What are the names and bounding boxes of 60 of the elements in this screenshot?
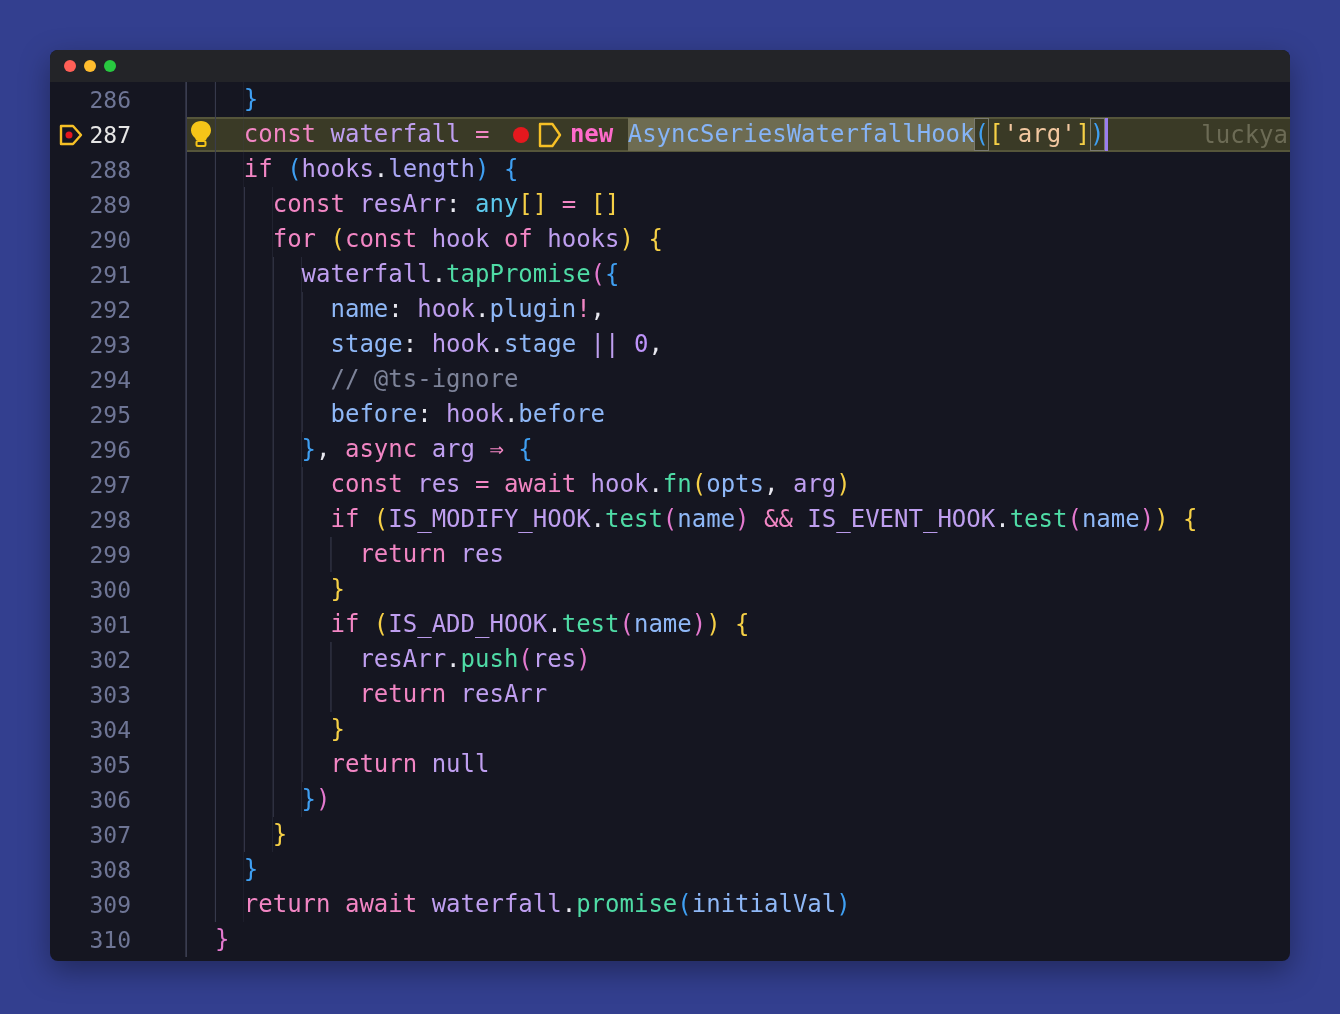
- code-text: return await waterfall.promise(initialVal): [243, 889, 851, 920]
- code-text: before: hook.before: [330, 399, 606, 430]
- line-number: 306: [89, 786, 131, 813]
- line-number: 291: [89, 261, 131, 288]
- window-maximize-button[interactable]: [104, 60, 116, 72]
- lightbulb-icon[interactable]: [190, 120, 212, 148]
- line-number: 299: [89, 541, 131, 568]
- line-number: 289: [89, 191, 131, 218]
- code-text: }: [243, 84, 259, 115]
- line-number: 292: [89, 296, 131, 323]
- line-number: 287: [89, 121, 131, 148]
- code-text: }: [330, 714, 345, 745]
- line-number: 297: [89, 471, 131, 498]
- line-number: 309: [89, 891, 131, 918]
- line-number: 304: [89, 716, 131, 743]
- breakpoint-tag-icon[interactable]: [59, 123, 83, 147]
- line-number: 290: [89, 226, 131, 253]
- line-number: 307: [89, 821, 131, 848]
- indent-guides: [186, 82, 244, 117]
- line-number: 294: [89, 366, 131, 393]
- code-text: for (const hook of hooks) {: [272, 224, 663, 255]
- window-close-button[interactable]: [64, 60, 76, 72]
- line-number: 305: [89, 751, 131, 778]
- code-text: name: hook.plugin!,: [330, 294, 606, 325]
- code-text: return null: [330, 749, 490, 780]
- code-text: resArr.push(res): [359, 644, 591, 675]
- code-text: return resArr: [359, 679, 548, 710]
- line-number: 296: [89, 436, 131, 463]
- line-number: 298: [89, 506, 131, 533]
- code-text: new AsyncSeriesWaterfallHook(['arg']): [569, 117, 1105, 152]
- line-number: 302: [89, 646, 131, 673]
- breakpoint-dot-icon: [511, 125, 530, 144]
- line-number: 300: [89, 576, 131, 603]
- code-text: }): [301, 784, 331, 815]
- code-text: stage: hook.stage || 0,: [330, 329, 663, 360]
- line-number: 295: [89, 401, 131, 428]
- code-text: }, async arg ⇒ {: [301, 434, 533, 465]
- tag-outline-icon: [537, 121, 562, 148]
- code-text: if (IS_MODIFY_HOOK.test(name) && IS_EVENT_HOOK.test(name)) {: [330, 504, 1198, 535]
- code-text: const res = await hook.fn(opts, arg): [330, 469, 851, 500]
- line-number: 293: [89, 331, 131, 358]
- code-text: // @ts-ignore: [330, 364, 519, 395]
- code-text: }: [243, 854, 259, 885]
- code-text: }: [272, 819, 288, 850]
- code-text: const resArr: any[] = []: [272, 189, 620, 220]
- line-number: 286: [89, 86, 131, 113]
- line-number: 308: [89, 856, 131, 883]
- code-text: const waterfall =: [243, 119, 491, 150]
- code-text: waterfall.tapPromise({: [301, 259, 620, 290]
- line-number: 303: [89, 681, 131, 708]
- line-number: 288: [89, 156, 131, 183]
- code-text: return res: [359, 539, 504, 570]
- line-number: 301: [89, 611, 131, 638]
- line-number: 310: [89, 926, 131, 953]
- window-minimize-button[interactable]: [84, 60, 96, 72]
- code-text: if (hooks.length) {: [243, 154, 519, 185]
- code-text: if (IS_ADD_HOOK.test(name)) {: [330, 609, 750, 640]
- code-text: }: [330, 574, 345, 605]
- code-text: }: [214, 924, 230, 955]
- indent-guides: [186, 117, 244, 152]
